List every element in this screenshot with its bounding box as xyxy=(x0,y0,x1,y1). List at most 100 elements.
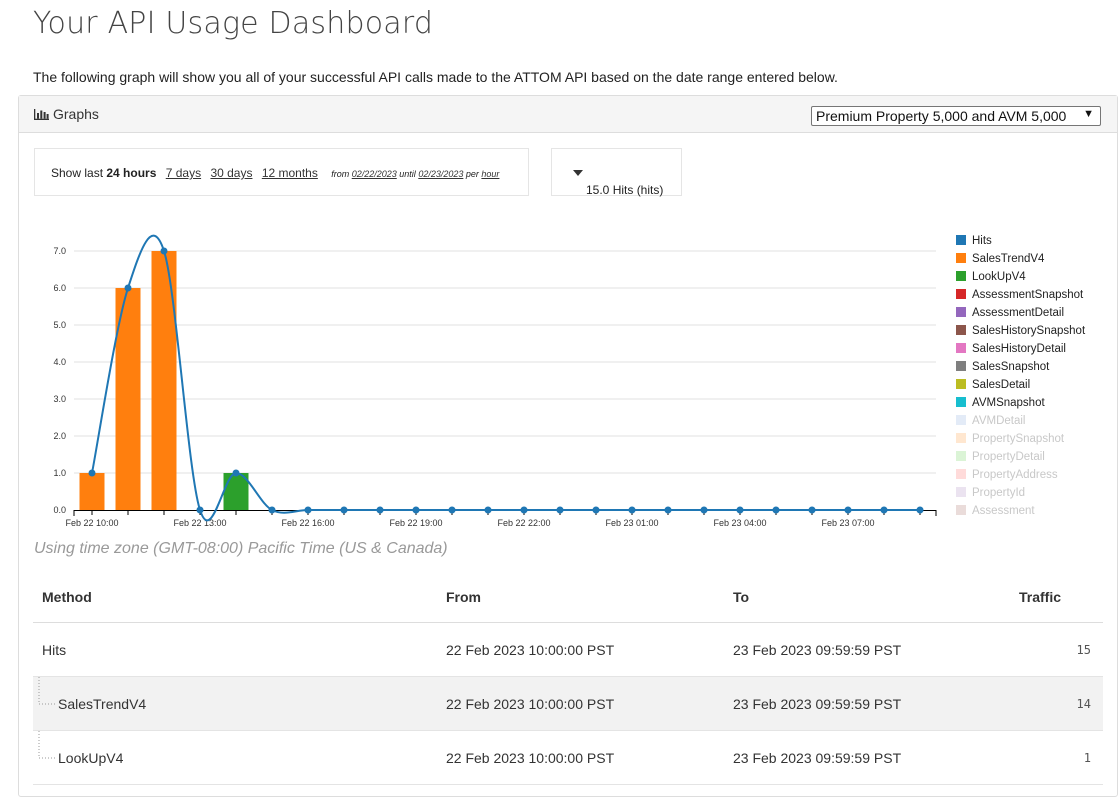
x-tick-label: Feb 23 07:00 xyxy=(821,518,874,528)
legend-label: PropertyDetail xyxy=(972,451,1045,463)
point-Hits xyxy=(160,247,168,255)
legend-swatch xyxy=(956,361,966,371)
point-Hits xyxy=(196,506,204,514)
legend-label: SalesDetail xyxy=(972,379,1030,391)
legend-label: Assessment xyxy=(972,505,1035,517)
bar-SalesTrendV4 xyxy=(151,251,177,510)
tree-connector-icon xyxy=(38,677,55,705)
row-traffic: 15 xyxy=(1076,643,1091,657)
point-Hits xyxy=(340,506,348,514)
legend-swatch xyxy=(956,469,966,479)
line-Hits xyxy=(91,234,920,522)
row-to: 23 Feb 2023 09:59:59 PST xyxy=(733,642,902,658)
y-tick-label: 0.0 xyxy=(53,505,66,515)
legend-swatch xyxy=(956,235,966,245)
tree-connector-icon xyxy=(38,731,55,759)
point-Hits xyxy=(700,506,708,514)
y-tick-label: 5.0 xyxy=(53,320,66,330)
legend-label: SalesHistorySnapshot xyxy=(972,325,1086,337)
row-method: LookUpV4 xyxy=(58,750,124,766)
legend-swatch xyxy=(956,289,966,299)
table-row: LookUpV4 22 Feb 2023 10:00:00 PST 23 Feb… xyxy=(33,731,1103,785)
row-to: 23 Feb 2023 09:59:59 PST xyxy=(733,750,902,766)
point-Hits xyxy=(772,506,780,514)
legend-label: AssessmentDetail xyxy=(972,307,1064,319)
point-Hits xyxy=(556,506,564,514)
row-from: 22 Feb 2023 10:00:00 PST xyxy=(446,696,615,712)
x-tick-label: Feb 22 10:00 xyxy=(65,518,118,528)
y-tick-label: 3.0 xyxy=(53,394,66,404)
legend-swatch xyxy=(956,433,966,443)
header-from: From xyxy=(446,589,481,605)
usage-table: Method From To Traffic Hits 22 Feb 2023 … xyxy=(33,570,1103,785)
point-Hits xyxy=(916,506,924,514)
point-Hits xyxy=(376,506,384,514)
row-method: Hits xyxy=(42,642,67,658)
table-row: SalesTrendV4 22 Feb 2023 10:00:00 PST 23… xyxy=(33,677,1103,731)
point-Hits xyxy=(520,506,528,514)
legend-swatch xyxy=(956,253,966,263)
legend-label: PropertyId xyxy=(972,487,1025,499)
y-tick-label: 6.0 xyxy=(53,283,66,293)
row-method: SalesTrendV4 xyxy=(58,696,147,712)
legend-label: Hits xyxy=(972,235,992,247)
point-Hits xyxy=(268,506,276,514)
row-to: 23 Feb 2023 09:59:59 PST xyxy=(733,696,902,712)
legend-swatch xyxy=(956,343,966,353)
legend-swatch xyxy=(956,379,966,389)
x-tick-label: Feb 23 01:00 xyxy=(605,518,658,528)
point-Hits xyxy=(412,506,420,514)
bar-SalesTrendV4 xyxy=(79,473,105,510)
point-Hits xyxy=(880,506,888,514)
legend-swatch xyxy=(956,451,966,461)
legend-swatch xyxy=(956,397,966,407)
legend-swatch xyxy=(956,271,966,281)
row-from: 22 Feb 2023 10:00:00 PST xyxy=(446,750,615,766)
point-Hits xyxy=(808,506,816,514)
usage-chart: 0.0 1.0 2.0 3.0 4.0 5.0 6.0 7.0 Feb 22 10:00 Feb … xyxy=(53,234,1086,528)
row-from: 22 Feb 2023 10:00:00 PST xyxy=(446,642,615,658)
legend-swatch xyxy=(956,415,966,425)
table-header-row: Method From To Traffic xyxy=(33,570,1103,623)
legend-label: AVMDetail xyxy=(972,415,1025,427)
y-tick-label: 4.0 xyxy=(53,357,66,367)
legend-label: AVMSnapshot xyxy=(972,397,1045,409)
point-Hits xyxy=(304,506,312,514)
legend-label: LookUpV4 xyxy=(972,271,1026,283)
legend-swatch xyxy=(956,487,966,497)
x-tick-label: Feb 22 16:00 xyxy=(281,518,334,528)
table-row: Hits 22 Feb 2023 10:00:00 PST 23 Feb 202… xyxy=(33,623,1103,677)
legend-label: SalesHistoryDetail xyxy=(972,343,1066,355)
x-tick-label: Feb 22 13:00 xyxy=(173,518,226,528)
point-Hits xyxy=(736,506,744,514)
header-method: Method xyxy=(42,589,92,605)
legend-swatch xyxy=(956,307,966,317)
row-traffic: 1 xyxy=(1083,751,1091,765)
timezone-note: Using time zone (GMT-08:00) Pacific Time… xyxy=(34,540,448,557)
legend-label: PropertySnapshot xyxy=(972,433,1065,445)
x-tick-label: Feb 22 19:00 xyxy=(389,518,442,528)
point-Hits xyxy=(232,469,240,477)
point-Hits xyxy=(844,506,852,514)
legend-swatch xyxy=(956,325,966,335)
x-tick-label: Feb 23 04:00 xyxy=(713,518,766,528)
header-to: To xyxy=(733,589,750,605)
point-Hits xyxy=(124,284,132,292)
y-tick-label: 7.0 xyxy=(53,246,66,256)
point-Hits xyxy=(628,506,636,514)
legend-label: PropertyAddress xyxy=(972,469,1058,481)
y-tick-label: 2.0 xyxy=(53,431,66,441)
legend-swatch xyxy=(956,505,966,515)
point-Hits xyxy=(664,506,672,514)
legend-label: SalesSnapshot xyxy=(972,361,1050,373)
point-Hits xyxy=(448,506,456,514)
point-Hits xyxy=(592,506,600,514)
row-traffic: 14 xyxy=(1076,697,1091,711)
legend-label: SalesTrendV4 xyxy=(972,253,1045,265)
x-tick-label: Feb 22 22:00 xyxy=(497,518,550,528)
point-Hits xyxy=(484,506,492,514)
point-Hits xyxy=(88,469,96,477)
y-tick-label: 1.0 xyxy=(53,468,66,478)
header-traffic: Traffic xyxy=(1018,589,1061,605)
legend-label: AssessmentSnapshot xyxy=(972,289,1084,301)
